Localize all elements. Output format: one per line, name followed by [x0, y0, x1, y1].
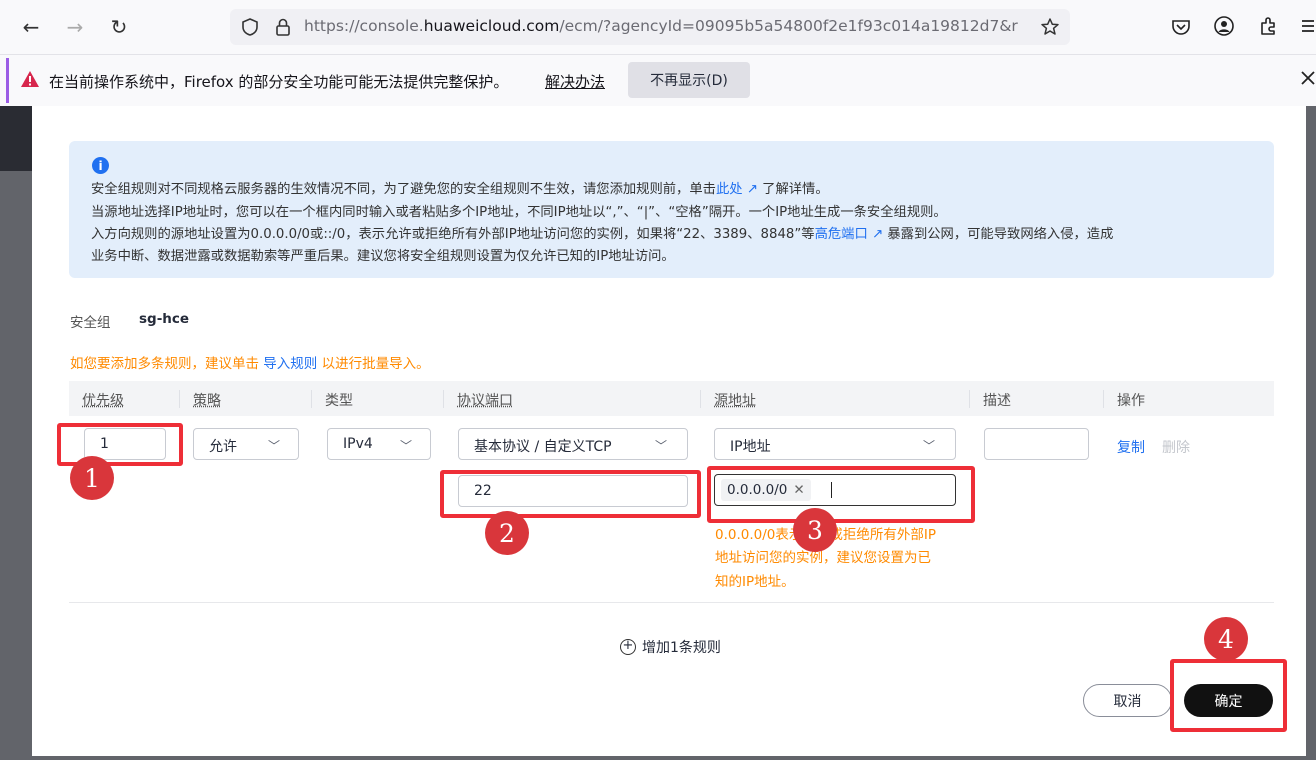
external-link-icon: ↗: [867, 227, 888, 242]
notification-message: 在当前操作系统中，Firefox 的部分安全功能可能无法提供完整保护。: [49, 73, 509, 91]
column-divider: [179, 390, 180, 408]
add-rule-button[interactable]: + 增加1条规则: [620, 637, 721, 657]
import-hint: 如您要添加多条规则，建议单击 导入规则 以进行批量导入。: [70, 356, 430, 372]
rules-table-header: [69, 381, 1274, 416]
column-divider: [1103, 390, 1104, 408]
column-divider: [969, 390, 970, 408]
url-domain: huaweicloud.com: [423, 17, 560, 35]
column-divider: [311, 390, 312, 408]
column-type: 类型: [325, 393, 353, 409]
info-line-3: 入方向规则的源地址设置为0.0.0.0/0或::/0，表示允许或拒绝所有外部IP…: [91, 227, 1114, 242]
shield-icon[interactable]: [240, 17, 260, 37]
high-risk-ports-link[interactable]: 高危端口: [815, 227, 868, 242]
source-type-value: IP地址: [730, 439, 771, 455]
annotation-badge-1: 1: [70, 456, 114, 500]
add-rule-label: 增加1条规则: [642, 640, 721, 656]
url-bar[interactable]: https://console.huaweicloud.com/ecm/?age…: [230, 9, 1070, 45]
annotation-badge-4: 4: [1204, 617, 1248, 661]
url-prefix: https://console.: [304, 17, 424, 35]
description-input[interactable]: [984, 428, 1089, 460]
annotation-box-4: [1170, 659, 1287, 732]
annotation-badge-2: 2: [485, 511, 529, 555]
info-icon: i: [92, 157, 109, 174]
close-icon[interactable]: [1300, 70, 1316, 86]
type-select[interactable]: IPv4 ﹀: [327, 428, 431, 460]
column-description: 描述: [983, 393, 1011, 409]
chevron-down-icon: ﹀: [923, 439, 936, 453]
reload-icon[interactable]: ↻: [104, 12, 134, 42]
annotation-badge-3: 3: [793, 508, 837, 552]
back-icon[interactable]: ←: [16, 12, 46, 42]
cancel-button[interactable]: 取消: [1083, 684, 1172, 717]
security-group-label: 安全组: [70, 315, 111, 331]
protocol-value: 基本协议 / 自定义TCP: [474, 439, 612, 455]
external-link-icon: ↗: [742, 182, 763, 197]
account-icon[interactable]: [1213, 15, 1235, 37]
forward-icon[interactable]: →: [60, 12, 90, 42]
policy-value: 允许: [209, 439, 237, 455]
annotation-box-2: [440, 470, 701, 518]
lock-icon[interactable]: [274, 17, 292, 37]
plus-circle-icon: +: [620, 639, 636, 655]
column-protocol-port: 协议端口: [457, 393, 513, 409]
column-actions: 操作: [1117, 393, 1145, 409]
info-line-4: 业务中断、数据泄露或数据勒索等严重后果。建议您将安全组规则设置为仅允许已知的IP…: [91, 249, 675, 264]
notification-fix-link[interactable]: 解决办法: [545, 71, 605, 92]
annotation-box-1: [57, 423, 183, 466]
url-path: /ecm/?agencyId=09095b5a54800f2e1f93c014a…: [559, 17, 1018, 35]
page-sidebar: [0, 106, 32, 171]
column-policy: 策略: [193, 393, 221, 409]
source-type-select[interactable]: IP地址 ﹀: [714, 428, 956, 460]
pocket-icon[interactable]: [1170, 16, 1192, 38]
menu-icon[interactable]: [1300, 17, 1316, 35]
annotation-box-3: [707, 466, 975, 523]
info-line-2: 当源地址选择IP地址时，您可以在一个框内同时输入或者粘贴多个IP地址，不同IP地…: [91, 205, 947, 220]
info-here-link[interactable]: 此处: [716, 182, 743, 197]
url-text[interactable]: https://console.huaweicloud.com/ecm/?age…: [304, 17, 1034, 35]
extensions-icon[interactable]: [1258, 15, 1280, 37]
bookmark-star-icon[interactable]: [1040, 17, 1060, 37]
dont-show-again-button[interactable]: 不再显示(D): [628, 62, 750, 98]
row-divider: [69, 602, 1274, 603]
source-warning-line-3: 知的IP地址。: [715, 574, 795, 590]
info-line-1: 安全组规则对不同规格云服务器的生效情况不同，为了避免您的安全组规则不生效，请您添…: [91, 182, 829, 197]
import-rules-link[interactable]: 导入规则: [263, 356, 317, 372]
policy-select[interactable]: 允许 ﹀: [193, 428, 299, 460]
column-source: 源地址: [714, 393, 756, 409]
column-divider: [443, 390, 444, 408]
column-divider: [700, 390, 701, 408]
notification-accent: [6, 58, 9, 103]
chevron-down-icon: ﹀: [400, 439, 413, 453]
column-priority: 优先级: [82, 393, 124, 409]
warning-icon: [21, 71, 39, 87]
chevron-down-icon: ﹀: [268, 439, 281, 453]
copy-rule-link[interactable]: 复制: [1117, 437, 1145, 457]
security-group-value: sg-hce: [139, 311, 190, 327]
protocol-select[interactable]: 基本协议 / 自定义TCP ﹀: [458, 428, 688, 460]
type-value: IPv4: [343, 436, 373, 452]
chevron-down-icon: ﹀: [655, 439, 668, 453]
delete-rule-link[interactable]: 删除: [1162, 437, 1190, 457]
